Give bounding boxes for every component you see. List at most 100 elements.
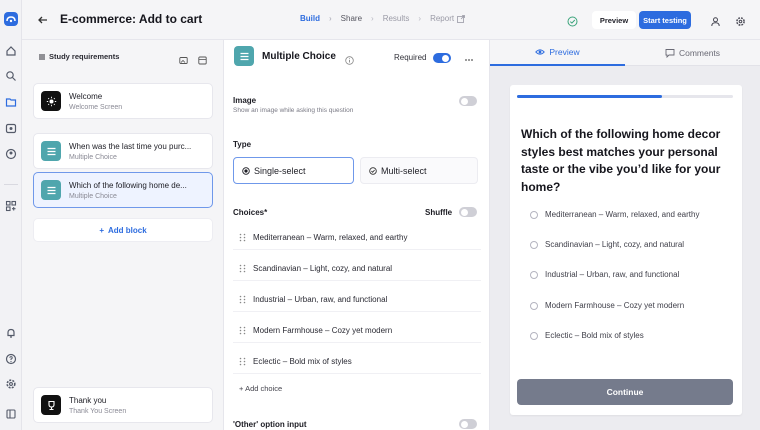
editor-title: Multiple Choice	[262, 51, 336, 62]
help-icon[interactable]	[4, 352, 18, 366]
block-thank-you[interactable]: Thank you Thank You Screen	[33, 387, 213, 423]
radio-icon[interactable]	[530, 240, 538, 249]
answer-option[interactable]: Industrial – Urban, raw, and functional	[530, 270, 679, 279]
bell-icon[interactable]	[4, 326, 18, 340]
users-icon[interactable]	[4, 147, 18, 161]
radio-icon[interactable]	[530, 270, 538, 279]
other-option-toggle[interactable]	[459, 419, 477, 429]
choice-text[interactable]: Eclectic – Bold mix of styles	[253, 357, 352, 366]
choice-text[interactable]: Industrial – Urban, raw, and functional	[253, 295, 387, 304]
block-subtitle: Welcome Screen	[69, 104, 123, 111]
required-label: Required	[394, 53, 427, 62]
trophy-icon	[41, 395, 61, 415]
choice-row[interactable]: Industrial – Urban, raw, and functional	[233, 288, 481, 312]
choice-row[interactable]: Modern Farmhouse – Cozy yet modern	[233, 319, 481, 343]
gear-icon[interactable]	[735, 14, 746, 26]
block-title: Welcome	[69, 92, 103, 101]
block-welcome[interactable]: Welcome Welcome Screen	[33, 83, 213, 119]
drag-handle-icon[interactable]	[239, 357, 246, 366]
radio-selected-icon	[242, 166, 250, 175]
required-toggle[interactable]	[433, 53, 451, 63]
radio-icon[interactable]	[530, 301, 538, 310]
multi-select-option[interactable]: Multi-select	[360, 157, 478, 184]
external-link-icon	[457, 14, 465, 23]
radio-icon[interactable]	[530, 210, 538, 219]
saved-check-icon	[567, 14, 578, 27]
layout-tool-icon[interactable]	[198, 52, 207, 65]
add-block-button[interactable]: + Add block	[33, 218, 213, 242]
step-report[interactable]: Report	[430, 14, 465, 23]
block-multiple-choice-2[interactable]: Which of the following home de... Multip…	[33, 172, 213, 208]
info-icon[interactable]	[345, 52, 354, 65]
shuffle-toggle[interactable]	[459, 207, 477, 217]
home-icon[interactable]	[4, 44, 18, 58]
choice-text[interactable]: Mediterranean – Warm, relaxed, and earth…	[253, 233, 407, 242]
user-icon[interactable]	[710, 14, 721, 27]
app-root: E-commerce: Add to cart Build › Share › Re…	[0, 0, 760, 430]
single-select-option[interactable]: Single-select	[233, 157, 354, 184]
choice-row[interactable]: Scandinavian – Light, cozy, and natural	[233, 257, 481, 281]
start-testing-button[interactable]: Start testing	[639, 11, 691, 29]
image-toggle[interactable]	[459, 96, 477, 106]
choice-row[interactable]: Eclectic – Bold mix of styles	[233, 350, 481, 374]
choices-label: Choices*	[233, 208, 268, 217]
check-circle-icon	[369, 166, 377, 175]
type-label: Type	[233, 140, 252, 149]
search-icon[interactable]	[4, 69, 18, 83]
continue-button[interactable]: Continue	[517, 379, 733, 405]
block-title: When was the last time you purc...	[69, 142, 192, 151]
calendar-icon[interactable]	[4, 121, 18, 135]
settings-icon[interactable]	[4, 377, 18, 391]
block-title: Thank you	[69, 396, 107, 405]
folder-icon[interactable]	[4, 95, 18, 109]
drag-handle-icon[interactable]	[239, 264, 246, 273]
arrow-left-icon[interactable]	[36, 13, 50, 27]
sidebar-toggle-icon[interactable]	[4, 407, 18, 421]
other-option-label: 'Other' option input	[233, 420, 307, 429]
add-choice-button[interactable]: + Add choice	[239, 384, 282, 393]
tab-preview[interactable]: Preview	[490, 40, 625, 66]
chevron-right-icon: ›	[418, 14, 422, 23]
preview-tabs: Preview Comments	[490, 40, 760, 66]
rail-divider	[4, 184, 18, 185]
tab-comments[interactable]: Comments	[625, 40, 760, 66]
block-title: Which of the following home de...	[69, 181, 187, 190]
shuffle-label: Shuffle	[425, 208, 453, 217]
drag-handle-icon[interactable]	[239, 233, 246, 242]
radio-icon[interactable]	[530, 331, 538, 340]
choice-row[interactable]: Mediterranean – Warm, relaxed, and earth…	[233, 226, 481, 250]
block-subtitle: Multiple Choice	[69, 193, 117, 200]
drag-handle-icon[interactable]	[239, 295, 246, 304]
image-tool-icon[interactable]	[179, 52, 188, 64]
comment-icon	[665, 49, 675, 58]
study-requirements-panel: Study requirements Welcome Welcome Scree…	[22, 40, 224, 430]
block-editor: Multiple Choice Required Image Show an i…	[224, 40, 490, 430]
chevron-right-icon: ›	[371, 14, 374, 23]
chevron-right-icon: ›	[329, 14, 332, 23]
drag-handle-icon[interactable]	[239, 326, 246, 335]
study-steps: Build › Share › Results › Report	[300, 14, 465, 23]
choice-text[interactable]: Modern Farmhouse – Cozy yet modern	[253, 326, 392, 335]
block-multiple-choice-1[interactable]: When was the last time you purc... Multi…	[33, 133, 213, 169]
list-choice-icon	[234, 46, 254, 66]
progress-bar	[517, 95, 733, 98]
step-share[interactable]: Share ›	[341, 14, 383, 23]
progress-fill	[517, 95, 662, 98]
list-choice-icon	[41, 141, 61, 161]
integrations-icon[interactable]	[4, 199, 18, 213]
more-options-icon[interactable]	[464, 52, 474, 62]
step-build[interactable]: Build ›	[300, 14, 341, 23]
answer-option[interactable]: Eclectic – Bold mix of styles	[530, 331, 644, 340]
answer-option[interactable]: Modern Farmhouse – Cozy yet modern	[530, 301, 684, 310]
preview-button[interactable]: Preview	[592, 11, 636, 29]
block-subtitle: Thank You Screen	[69, 408, 127, 415]
sun-icon	[41, 91, 61, 111]
answer-option[interactable]: Mediterranean – Warm, relaxed, and earth…	[530, 210, 699, 219]
step-results[interactable]: Results ›	[383, 14, 430, 23]
page-title: E-commerce: Add to cart	[60, 12, 203, 26]
left-rail	[0, 0, 22, 430]
choice-text[interactable]: Scandinavian – Light, cozy, and natural	[253, 264, 392, 273]
answer-option[interactable]: Scandinavian – Light, cozy, and natural	[530, 240, 684, 249]
app-logo-icon[interactable]	[4, 12, 18, 26]
question-text: Which of the following home decor styles…	[521, 127, 721, 194]
